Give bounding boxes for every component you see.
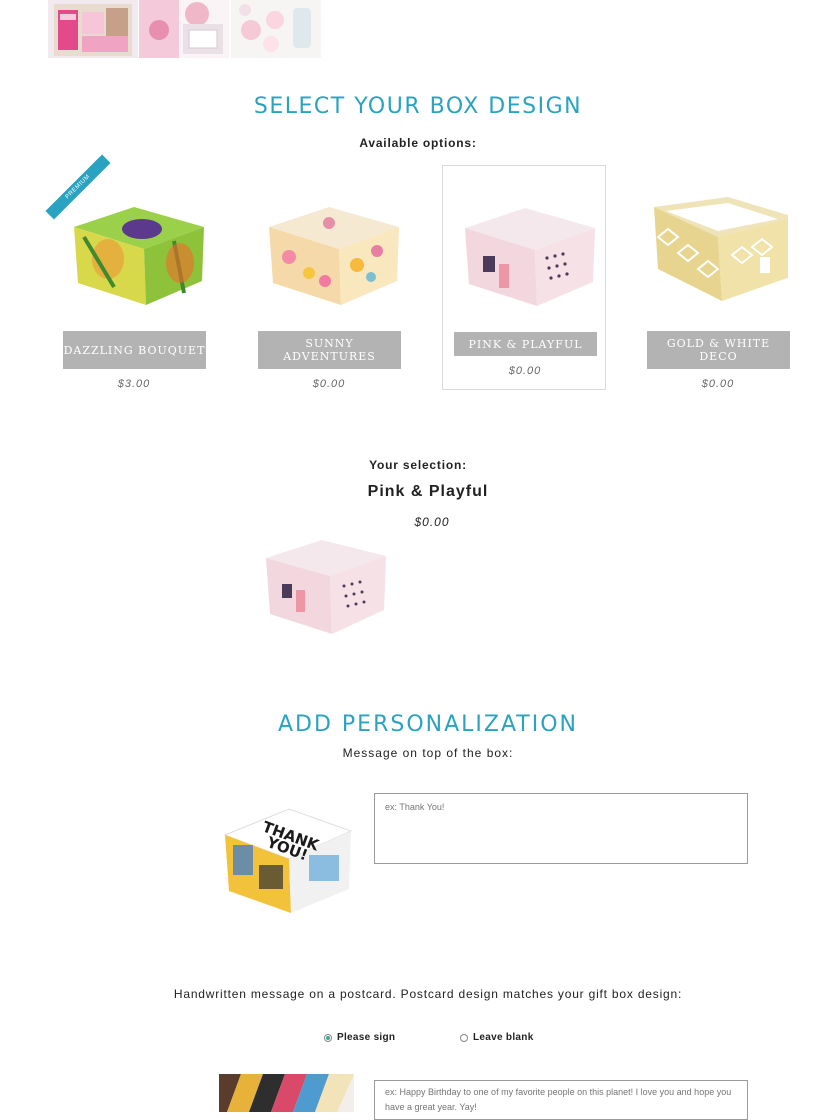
selection-box-image — [260, 530, 390, 645]
option-price: $0.00 — [312, 378, 346, 390]
thumbnail-treats[interactable] — [139, 0, 229, 58]
please-sign-label[interactable]: Please sign — [337, 1032, 395, 1043]
option-label: GOLD & WHITE DECO — [647, 331, 790, 369]
leave-blank-radio[interactable] — [460, 1034, 468, 1042]
option-price: $3.00 — [117, 378, 151, 390]
pink-playful-box-image — [455, 178, 595, 318]
message-on-box-label: Message on top of the box: — [342, 746, 514, 760]
leave-blank-label[interactable]: Leave blank — [473, 1032, 534, 1043]
option-price: $0.00 — [508, 365, 542, 377]
box-option-dazzling-bouquet[interactable]: PREMIUM DAZZLING BOUQUET $3.00 — [45, 154, 216, 390]
thank-you-box-image: THANK YOU! — [219, 795, 354, 920]
dazzling-bouquet-box-image — [64, 177, 204, 317]
box-option-pink-playful[interactable]: PINK & PLAYFUL $0.00 — [442, 165, 606, 390]
personalization-heading: ADD PERSONALIZATION — [277, 712, 579, 737]
selection-price: $0.00 — [414, 515, 450, 529]
gold-white-deco-box-image — [648, 177, 794, 317]
postcard-message-input[interactable] — [374, 1080, 748, 1120]
sunny-adventures-box-image — [259, 177, 399, 317]
box-design-heading: SELECT YOUR BOX DESIGN — [253, 94, 583, 119]
box-option-sunny-adventures[interactable]: SUNNY ADVENTURES $0.00 — [247, 165, 411, 390]
postcard-image — [219, 1074, 354, 1112]
option-label: PINK & PLAYFUL — [454, 332, 597, 356]
thumbnail-cookies[interactable] — [231, 0, 321, 58]
box-message-input[interactable] — [374, 793, 748, 864]
thumbnail-gift-box[interactable] — [48, 0, 138, 58]
selection-name: Pink & Playful — [367, 483, 489, 500]
please-sign-radio[interactable] — [324, 1034, 332, 1042]
option-label: DAZZLING BOUQUET — [63, 331, 206, 369]
available-options-label: Available options: — [359, 136, 477, 150]
option-price: $0.00 — [701, 378, 735, 390]
box-option-gold-white-deco[interactable]: GOLD & WHITE DECO $0.00 — [636, 165, 800, 390]
option-label: SUNNY ADVENTURES — [258, 331, 401, 369]
postcard-label: Handwritten message on a postcard. Postc… — [173, 987, 683, 1001]
your-selection-label: Your selection: — [369, 458, 467, 472]
